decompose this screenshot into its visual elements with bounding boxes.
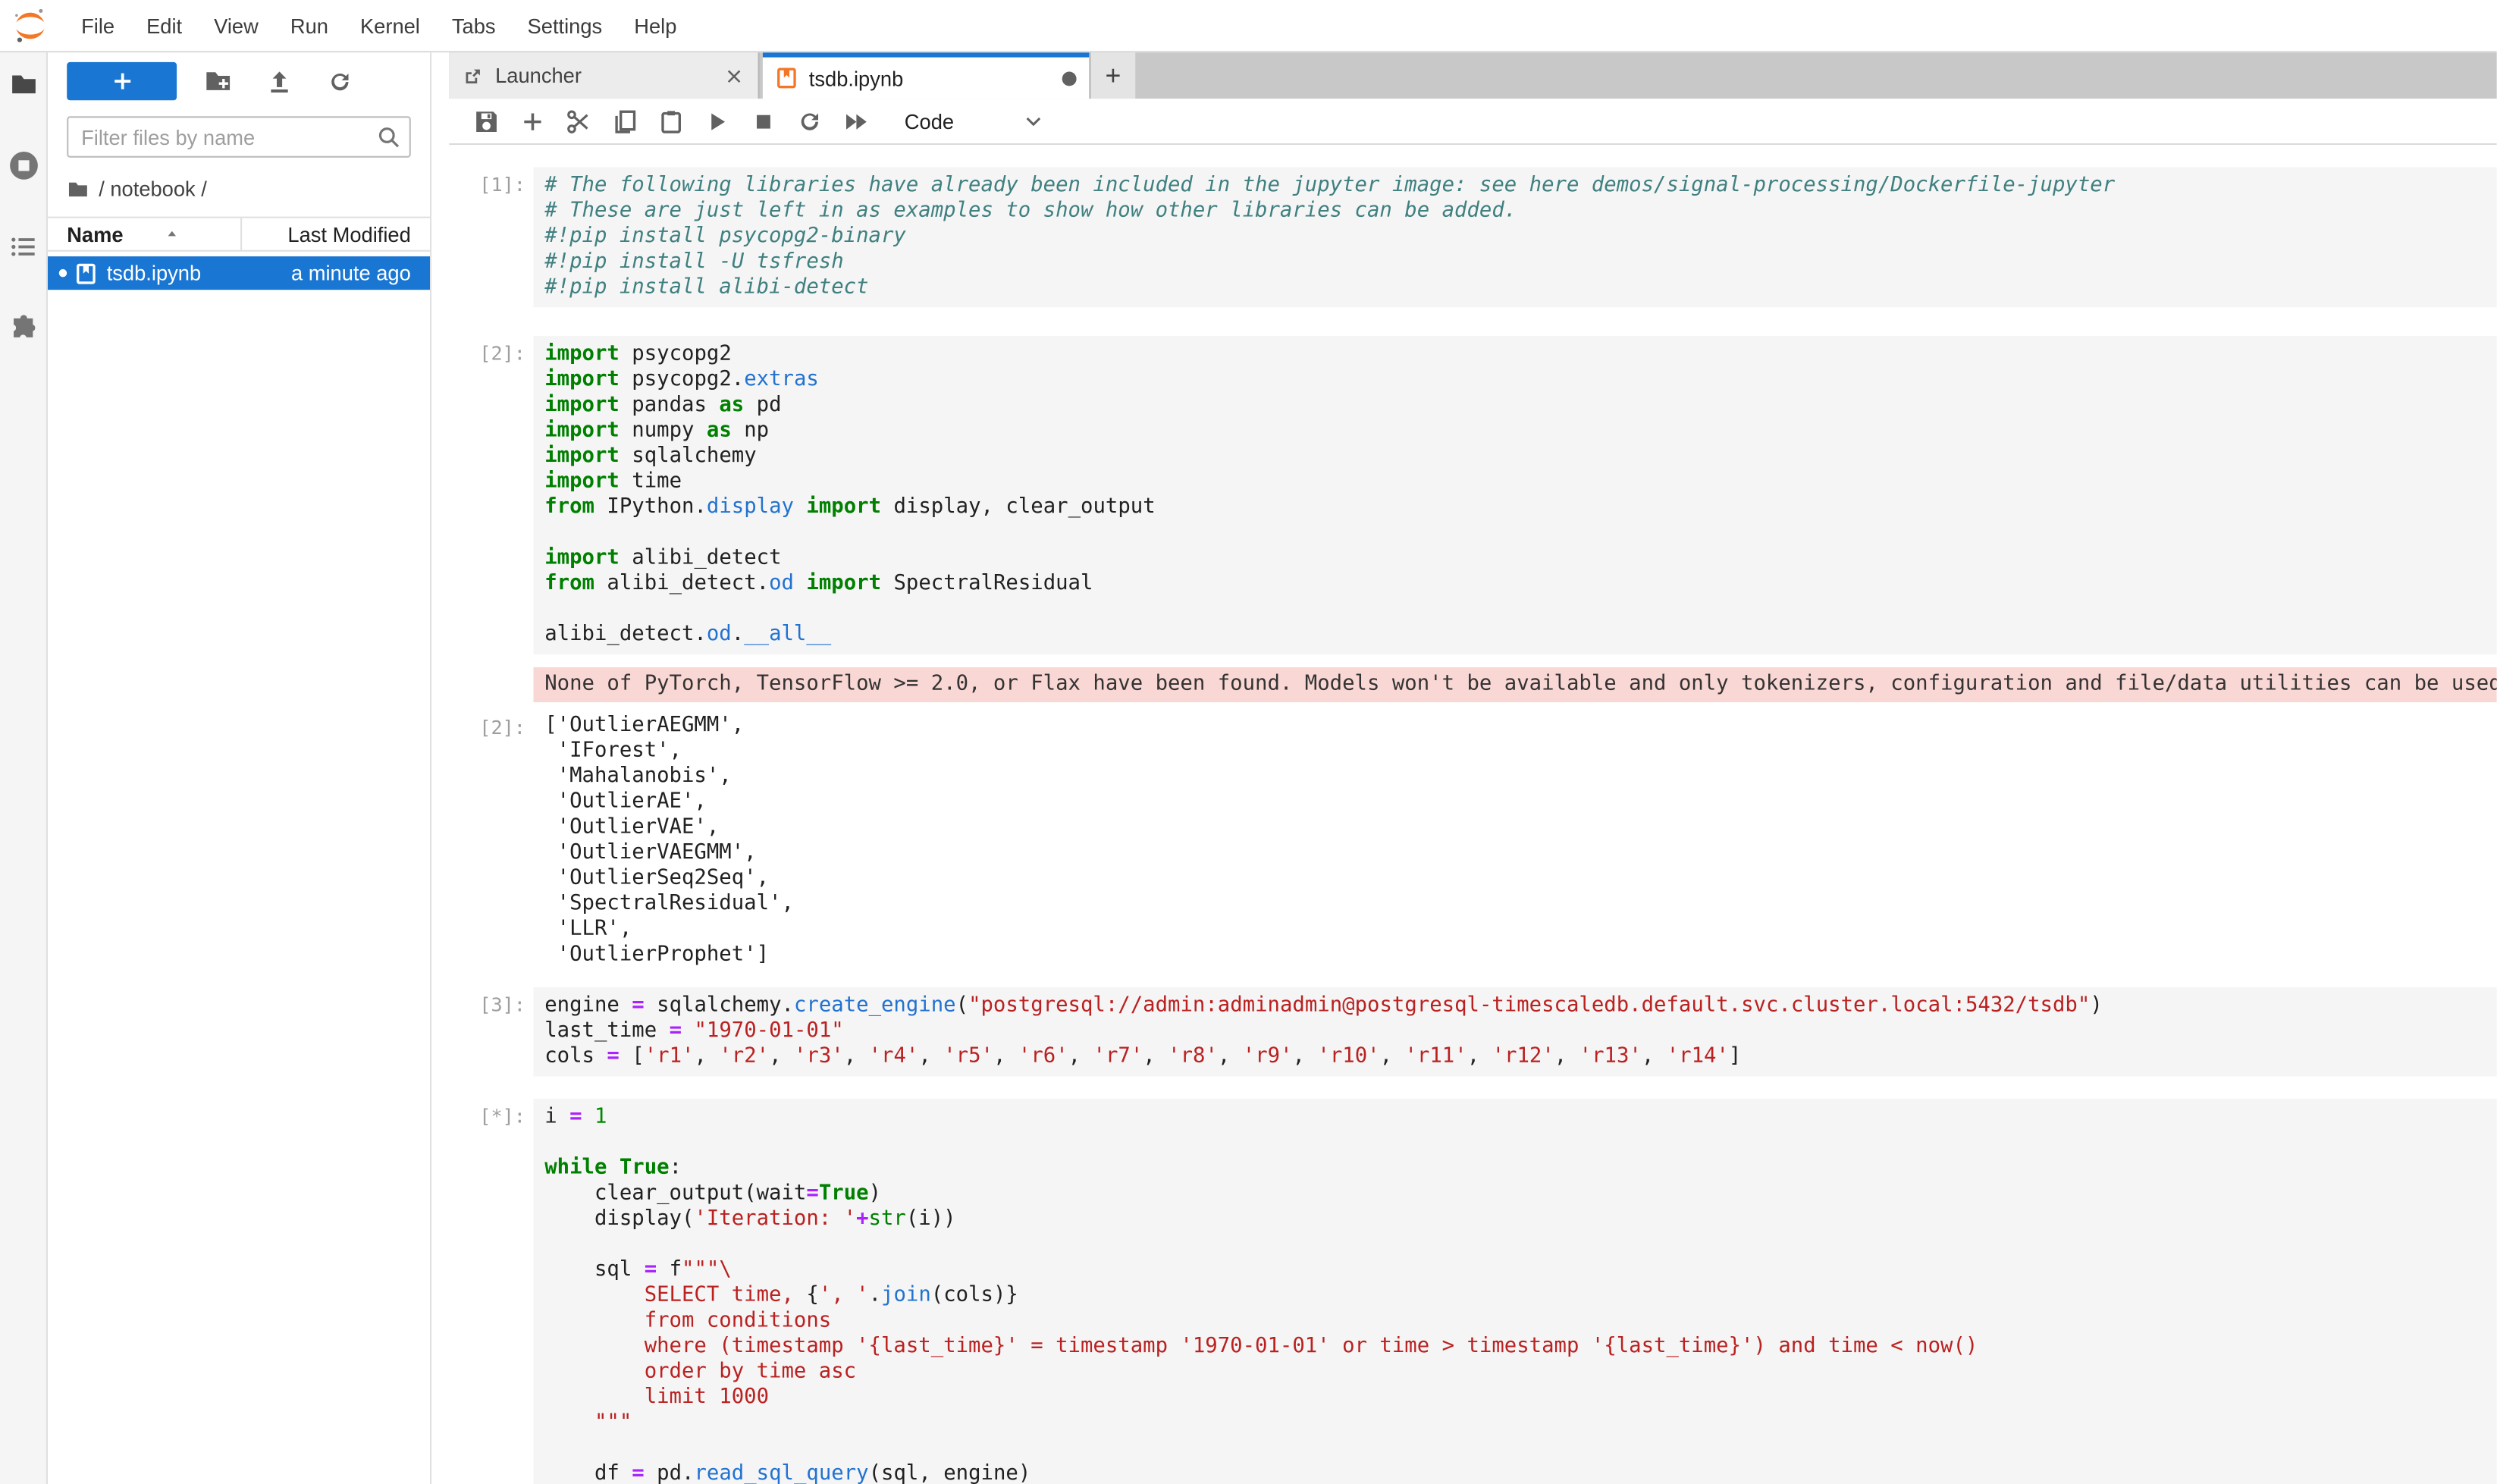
upload-button[interactable]	[259, 62, 297, 100]
cut-cell-button[interactable]	[559, 102, 597, 140]
cell-editor[interactable]: import psycopg2 import psycopg2.extras i…	[533, 336, 2496, 654]
filter-files-input[interactable]	[67, 116, 411, 158]
main-area: / notebook / Name Last Modified tsdb.ipy…	[0, 52, 2497, 1484]
jupyterlab-window: FileEditViewRunKernelTabsSettingsHelp	[0, 0, 2497, 1484]
panel-splitter[interactable]	[431, 52, 449, 1484]
execute-result: [2]:['OutlierAEGMM', 'IForest', 'Mahalan…	[449, 711, 2497, 971]
fast-forward-icon	[842, 108, 869, 135]
refresh-icon	[325, 67, 353, 95]
input-prompt: [1]:	[449, 167, 533, 307]
save-button[interactable]	[466, 102, 504, 140]
file-last-modified: a minute ago	[291, 261, 430, 285]
search-icon	[376, 124, 402, 150]
file-list-header: Name Last Modified	[48, 217, 430, 252]
menu-item-help[interactable]: Help	[618, 14, 692, 38]
copy-icon	[610, 108, 638, 135]
run-icon	[703, 108, 730, 135]
close-icon[interactable]	[723, 64, 745, 86]
notebook-scroll-area[interactable]: [1]:# The following libraries have alrea…	[449, 145, 2497, 1484]
file-name: tsdb.ipynb	[107, 261, 291, 285]
file-row[interactable]: tsdb.ipynba minute ago	[48, 256, 430, 290]
tab-bar: Launcher tsdb.ipynb +	[449, 52, 2497, 99]
jupyter-logo-icon	[11, 6, 49, 44]
menu-item-file[interactable]: File	[65, 14, 130, 38]
code-cell: [1]:# The following libraries have alrea…	[449, 167, 2497, 307]
code-cell: [3]:engine = sqlalchemy.create_engine("p…	[449, 987, 2497, 1077]
add-icon	[519, 108, 546, 135]
code-cell: [2]:import psycopg2 import psycopg2.extr…	[449, 336, 2497, 654]
paste-icon	[657, 108, 684, 135]
tab-tsdb-ipynb[interactable]: tsdb.ipynb	[763, 52, 1089, 99]
restart-kernel-button[interactable]	[790, 102, 828, 140]
notebook-icon	[776, 67, 798, 89]
menu-item-kernel[interactable]: Kernel	[344, 14, 436, 38]
stderr-output: None of PyTorch, TensorFlow >= 2.0, or F…	[533, 667, 2496, 702]
menu-item-run[interactable]: Run	[274, 14, 344, 38]
filter-box	[67, 116, 411, 158]
file-browser-toolbar	[67, 61, 411, 102]
file-list: tsdb.ipynba minute ago	[48, 252, 430, 1484]
notebook-icon	[75, 262, 97, 284]
input-prompt: [*]:	[449, 1099, 533, 1484]
activity-sidebar	[0, 52, 48, 1484]
stop-kernel-button[interactable]	[744, 102, 782, 140]
sidebar-tab-files[interactable]	[4, 65, 42, 103]
stop-icon	[749, 108, 776, 135]
column-header-name[interactable]: Name	[48, 218, 242, 250]
new-folder-icon	[204, 67, 233, 96]
cell-type-value: Code	[905, 109, 954, 133]
input-prompt: [2]:	[449, 336, 533, 654]
output-text: ['OutlierAEGMM', 'IForest', 'Mahalanobis…	[533, 711, 2496, 971]
menu-item-view[interactable]: View	[198, 14, 274, 38]
folder-icon	[9, 70, 38, 99]
cell-editor[interactable]: # The following libraries have already b…	[533, 167, 2496, 307]
add-cell-button[interactable]	[513, 102, 551, 140]
save-icon	[472, 108, 500, 135]
sort-caret-up-icon	[165, 226, 180, 242]
launcher-icon	[462, 64, 484, 86]
new-launcher-button[interactable]	[67, 62, 177, 100]
output-prompt: [2]:	[449, 711, 533, 971]
folder-icon	[67, 177, 89, 199]
code-cell: [*]:i = 1 while True: clear_output(wait=…	[449, 1099, 2497, 1484]
cell-editor[interactable]: i = 1 while True: clear_output(wait=True…	[533, 1099, 2496, 1484]
stop-circle-icon	[7, 149, 39, 181]
menu-item-settings[interactable]: Settings	[512, 14, 619, 38]
cell-editor[interactable]: engine = sqlalchemy.create_engine("postg…	[533, 987, 2496, 1077]
running-dot	[59, 269, 67, 278]
tab-launcher[interactable]: Launcher	[449, 52, 760, 99]
breadcrumb-path: / notebook /	[99, 177, 207, 200]
sidebar-tab-running[interactable]	[4, 146, 42, 184]
paste-cell-button[interactable]	[651, 102, 689, 140]
column-header-last-modified[interactable]: Last Modified	[242, 222, 430, 246]
tab-label: Launcher	[495, 64, 717, 87]
menu-bar: FileEditViewRunKernelTabsSettingsHelp	[0, 0, 2497, 52]
chevron-down-icon	[1022, 110, 1044, 132]
menu-item-tabs[interactable]: Tabs	[436, 14, 512, 38]
new-tab-button[interactable]: +	[1089, 52, 1135, 99]
refresh-button[interactable]	[320, 62, 358, 100]
plus-icon	[109, 68, 135, 94]
menu-items: FileEditViewRunKernelTabsSettingsHelp	[65, 14, 692, 38]
sidebar-tab-toc[interactable]	[4, 227, 42, 265]
input-prompt: [3]:	[449, 987, 533, 1077]
upload-icon	[265, 67, 293, 95]
menu-item-edit[interactable]: Edit	[130, 14, 198, 38]
file-browser-panel: / notebook / Name Last Modified tsdb.ipy…	[48, 52, 431, 1484]
dock-panel: Launcher tsdb.ipynb + Code [1]:# The follo…	[449, 52, 2497, 1484]
sidebar-tab-extensions[interactable]	[4, 309, 42, 347]
run-cell-button[interactable]	[698, 102, 736, 140]
puzzle-icon	[9, 314, 38, 343]
cut-icon	[564, 108, 591, 135]
copy-cell-button[interactable]	[605, 102, 643, 140]
breadcrumb[interactable]: / notebook /	[67, 177, 411, 200]
cell-type-dropdown[interactable]: Code	[905, 109, 1045, 133]
unsaved-changes-dot	[1062, 71, 1077, 85]
new-folder-button[interactable]	[199, 62, 237, 100]
tab-label: tsdb.ipynb	[809, 66, 1056, 90]
restart-run-all-button[interactable]	[836, 102, 874, 140]
list-icon	[9, 233, 38, 262]
restart-icon	[795, 108, 823, 135]
notebook-toolbar: Code	[449, 99, 2497, 145]
